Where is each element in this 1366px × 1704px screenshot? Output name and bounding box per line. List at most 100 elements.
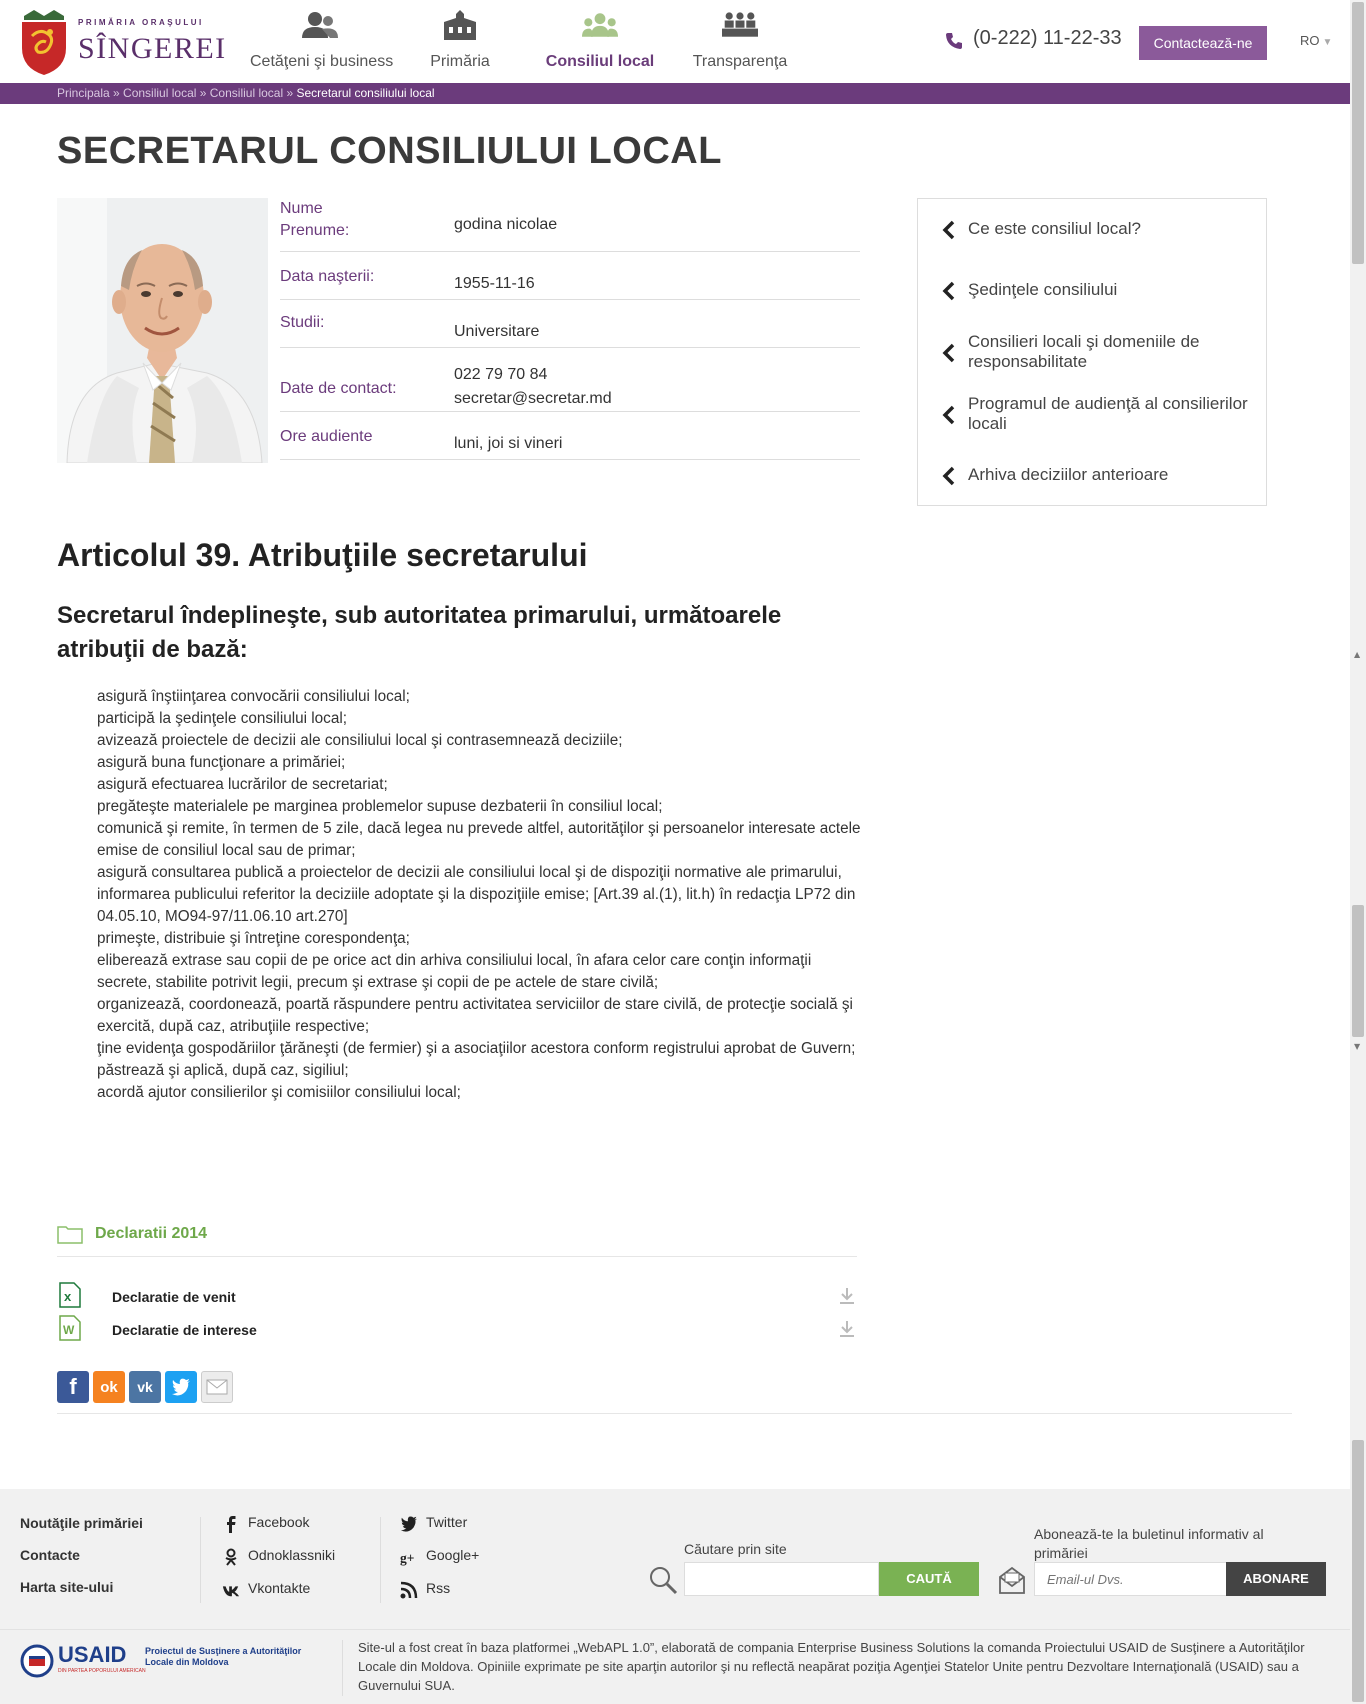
twitter-share-button[interactable] xyxy=(165,1371,197,1403)
search-button[interactable]: CAUTĂ xyxy=(879,1562,979,1596)
site-footer: Noutăţile primăriei Contacte Harta site-… xyxy=(0,1489,1350,1629)
subscribe-button[interactable]: ABONARE xyxy=(1226,1562,1326,1596)
svg-text:x: x xyxy=(64,1289,72,1304)
nav-transparency[interactable]: Transparenţa xyxy=(670,0,810,83)
share-buttons: f ok vk xyxy=(57,1371,233,1403)
phone-number[interactable]: (0-222) 11-22-33 xyxy=(945,27,1122,50)
phone-text: (0-222) 11-22-33 xyxy=(973,27,1122,49)
sidebar-item-sessions[interactable]: Şedinţele consiliului xyxy=(918,280,1266,310)
list-item: comunică şi remite, în termen de 5 zile,… xyxy=(97,820,861,859)
sidebar-item-label: Arhiva deciziilor anterioare xyxy=(968,465,1169,484)
chevron-left-icon xyxy=(942,281,955,301)
portrait-image xyxy=(57,198,268,463)
file-name[interactable]: Declaratie de interese xyxy=(112,1322,257,1338)
article-subheading: Secretarul îndeplineşte, sub autoritatea… xyxy=(57,602,782,663)
nav-label: Consiliul local xyxy=(545,53,655,70)
email-field[interactable] xyxy=(1034,1562,1230,1596)
nav-label: Cetăţeni şi business xyxy=(250,53,394,70)
sidebar-item-what-is-council[interactable]: Ce este consiliul local? xyxy=(918,219,1266,249)
phone-icon xyxy=(946,33,962,49)
nav-local-council[interactable]: Consiliul local xyxy=(530,0,670,83)
list-item: asigură buna funcţionare a primăriei; xyxy=(97,754,346,771)
download-icon[interactable] xyxy=(837,1286,857,1306)
usaid-seal-icon xyxy=(20,1644,54,1678)
credits-bar: USAID DIN PARTEA POPORULUI AMERICAN Proi… xyxy=(0,1629,1350,1704)
credits-text: Site-ul a fost creat în baza platformei … xyxy=(358,1640,1305,1693)
odnoklassniki-share-button[interactable]: ok xyxy=(93,1371,125,1403)
language-selector[interactable]: RO ▼ xyxy=(1300,33,1332,48)
facebook-icon: f xyxy=(69,1374,77,1399)
profile-row-studies: Studii: Universitare xyxy=(280,300,860,348)
coat-of-arms-icon xyxy=(22,10,66,75)
sidebar-item-label: Ce este consiliul local? xyxy=(968,219,1141,238)
scroll-up-arrow-icon[interactable]: ▲ xyxy=(1354,650,1360,659)
social-label: Rss xyxy=(426,1580,451,1596)
odnoklassniki-icon xyxy=(225,1548,237,1566)
vkontakte-icon xyxy=(222,1586,240,1597)
email-share-button[interactable] xyxy=(201,1371,233,1403)
odnoklassniki-icon: ok xyxy=(100,1378,118,1396)
file-row[interactable]: x Declaratie de venit xyxy=(57,1282,857,1312)
main-nav: Cetăţeni şi business Primăria Consiliul … xyxy=(250,0,810,83)
contact-button[interactable]: Contactează-ne xyxy=(1139,26,1267,60)
search-input[interactable] xyxy=(684,1562,879,1596)
list-item: păstrează şi aplică, după caz, sigiliul; xyxy=(97,1062,349,1079)
breadcrumb-link[interactable]: Principala xyxy=(57,86,110,100)
scroll-down-arrow-icon[interactable]: ▼ xyxy=(1354,1042,1360,1051)
profile-label: Date de contact: xyxy=(280,380,397,397)
twitter-icon xyxy=(172,1378,190,1396)
list-item: participă la şedinţele consiliului local… xyxy=(97,710,347,727)
profile-label: Nume Prenume: xyxy=(280,200,350,239)
footer-link-sitemap[interactable]: Harta site-ului xyxy=(20,1579,143,1599)
breadcrumb-separator: » xyxy=(109,86,124,100)
divider xyxy=(57,1413,1292,1414)
site-header: PRIMĂRIA ORAŞULUI SÎNGEREI Cetăţeni şi b… xyxy=(0,0,1350,83)
breadcrumb: Principala » Consiliul local » Consiliul… xyxy=(57,86,435,100)
scrollbar-thumb[interactable] xyxy=(1352,1440,1364,1702)
usaid-logo[interactable]: USAID DIN PARTEA POPORULUI AMERICAN Proi… xyxy=(20,1642,320,1682)
search-icon xyxy=(650,1567,678,1595)
declarations-folder[interactable]: Declaratii 2014 xyxy=(57,1221,857,1257)
building-icon xyxy=(444,10,476,40)
file-name[interactable]: Declaratie de venit xyxy=(112,1289,236,1305)
sidebar-item-decision-archive[interactable]: Arhiva deciziilor anterioare xyxy=(918,465,1266,495)
vkontakte-share-button[interactable]: vk xyxy=(129,1371,161,1403)
list-item: asigură înştiinţarea convocării consiliu… xyxy=(97,688,410,705)
scrollbar-thumb[interactable] xyxy=(1352,905,1364,1037)
footer-link-contacts[interactable]: Contacte xyxy=(20,1547,143,1567)
breadcrumb-separator: » xyxy=(283,86,297,100)
usaid-tagline: DIN PARTEA POPORULUI AMERICAN xyxy=(58,1668,146,1674)
chevron-left-icon xyxy=(942,220,955,240)
list-item: organizează, coordonează, poartă răspund… xyxy=(97,996,853,1035)
divider xyxy=(342,1640,343,1696)
page-scrollbar[interactable]: ▲ ▼ xyxy=(1350,0,1366,1704)
site-logo[interactable]: PRIMĂRIA ORAŞULUI SÎNGEREI xyxy=(20,8,225,78)
scrollbar-thumb[interactable] xyxy=(1352,2,1364,264)
secretary-photo xyxy=(57,198,268,463)
council-icon xyxy=(582,13,618,37)
breadcrumb-link[interactable]: Consiliul local xyxy=(210,86,283,100)
list-item: primeşte, distribuie şi întreţine coresp… xyxy=(97,930,410,947)
facebook-share-button[interactable]: f xyxy=(57,1371,89,1403)
article-heading: Articolul 39. Atribuţiile secretarului xyxy=(57,537,588,573)
download-icon[interactable] xyxy=(837,1319,857,1339)
project-name: Proiectul de Susţinere a Autorităţilor L… xyxy=(145,1646,302,1667)
language-code: RO xyxy=(1300,33,1320,48)
nav-label: Transparenţa xyxy=(692,53,788,70)
file-row[interactable]: W Declaratie de interese xyxy=(57,1315,857,1345)
social-label: Vkontakte xyxy=(248,1580,311,1596)
profile-details: Nume Prenume: godina nicolae Data naşter… xyxy=(280,198,860,460)
profile-label: Data naşterii: xyxy=(280,268,375,285)
envelope-icon xyxy=(206,1379,228,1395)
search-label: Căutare prin site xyxy=(684,1541,787,1557)
mail-icon xyxy=(999,1566,1025,1594)
profile-row-birthdate: Data naşterii: 1955-11-16 xyxy=(280,252,860,300)
nav-citizens-business[interactable]: Cetăţeni şi business xyxy=(250,0,394,83)
profile-value[interactable]: 022 79 70 84 secretar@secretar.md xyxy=(454,363,612,411)
nav-town-hall[interactable]: Primăria xyxy=(390,0,530,83)
sidebar-item-councillors[interactable]: Consilieri locali şi domeniile de respon… xyxy=(918,332,1266,374)
footer-link-news[interactable]: Noutăţile primăriei xyxy=(20,1515,143,1535)
breadcrumb-link[interactable]: Consiliul local xyxy=(123,86,196,100)
sidebar-item-audience-program[interactable]: Programul de audienţă al consilierilor l… xyxy=(918,394,1266,436)
vkontakte-icon: vk xyxy=(137,1379,153,1395)
